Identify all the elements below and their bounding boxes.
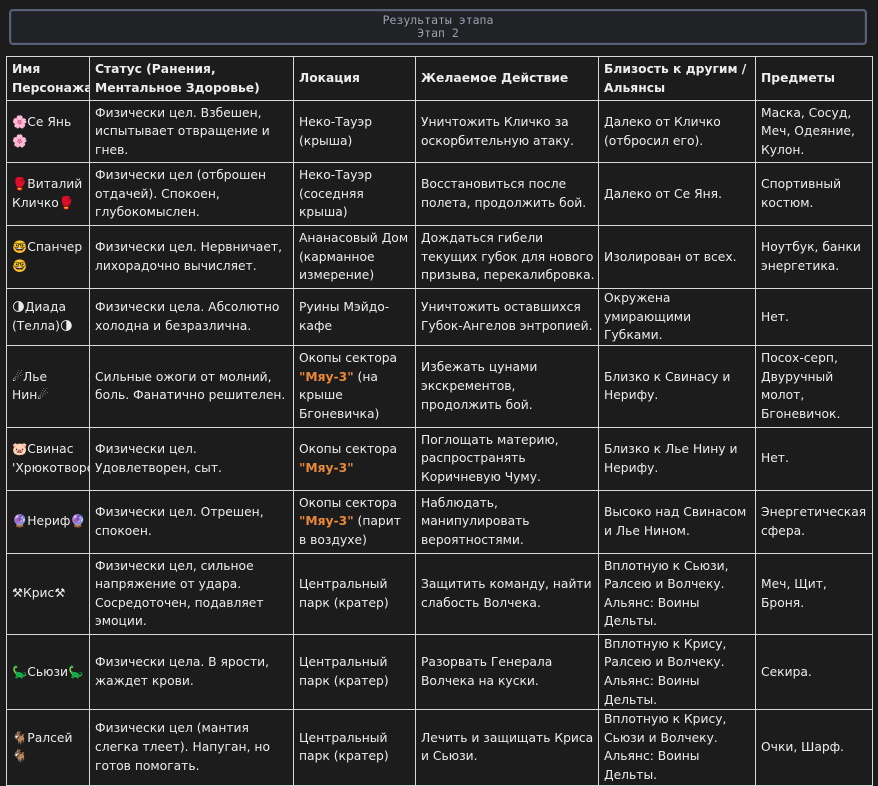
cell-action: Уничтожить оставшихся Губок-Ангелов энтр… [415,288,599,346]
cell-items: Энергетическая сфера. [755,489,873,554]
table-row: 🤓Спанчер🤓 Физически цел. Нервничает, лих… [6,225,873,289]
cell-action: Восстановиться после полета, продолжить … [415,162,599,226]
cell-proximity: Близко к Свинасу и Нерифу. [598,344,756,428]
table-row: 🐐Ралсей🐐 Физически цел (мантия слегка тл… [6,709,873,786]
cell-name: 🌗Диада (Телла)🌗 [6,288,90,346]
table-row: 🔮Нериф🔮 Физически цел. Отрешен, спокоен.… [6,489,873,554]
table-row: 🦕Сьюзи🦕 Физически цела. В ярости, жаждет… [6,633,873,711]
cell-status: Физически цела. Абсолютно холодна и безр… [89,288,294,346]
column-header-proximity: Близость к другим / Альянсы [598,56,756,101]
cell-name: 🦕Сьюзи🦕 [6,633,90,711]
header-subtitle: Этап 2 [417,26,459,40]
cell-name: ⚒Крис⚒ [6,552,90,635]
cell-action: Дождаться гибели текущих губок для новог… [415,225,599,289]
table-row: ☄Лье Нин☄ Сильные ожоги от молний, боль.… [6,344,873,428]
cell-status: Физически цел. Взбешен, испытывает отвра… [89,100,294,163]
cell-proximity: Высоко над Свинасом и Лье Нином. [598,489,756,554]
cell-location: Неко-Тауэр (соседняя крыша) [293,162,416,226]
location-text: Окопы сектора [299,495,398,510]
table-row: 🥊Виталий Кличко🥊 Физически цел (отброшен… [6,162,873,226]
cell-status: Физически цел (отброшен отдачей). Спокое… [89,162,294,226]
cell-name: 🥊Виталий Кличко🥊 [6,162,90,226]
cell-name: 🌸Се Янь🌸 [6,100,90,163]
cell-location: Центральный парк (кратер) [293,709,416,786]
cell-proximity: Изолирован от всех. [598,225,756,289]
column-header-action: Желаемое Действие [415,56,599,101]
table-header-row: Имя Персонажа Статус (Ранения, Ментально… [6,56,873,101]
column-header-location: Локация [293,56,416,101]
sector-highlight: "Мяу-3" [299,460,354,475]
cell-proximity: Близко к Лье Нину и Нерифу. [598,426,756,491]
cell-action: Уничтожить Кличко за оскорбительную атак… [415,100,599,163]
cell-name: 🐐Ралсей🐐 [6,709,90,786]
cell-action: Разорвать Генерала Волчека на куски. [415,633,599,711]
cell-proximity: Далеко от Кличко (отбросил его). [598,100,756,163]
cell-location: Неко-Тауэр (крыша) [293,100,416,163]
cell-action: Защитить команду, найти слабость Волчека… [415,552,599,635]
table-row: 🌗Диада (Телла)🌗 Физически цела. Абсолютн… [6,288,873,346]
cell-items: Спортивный костюм. [755,162,873,226]
column-header-status: Статус (Ранения, Ментальное Здоровье) [89,56,294,101]
cell-proximity: Окружена умирающими Губками. [598,288,756,346]
cell-status: Сильные ожоги от молний, боль. Фанатично… [89,344,294,428]
cell-proximity: Далеко от Се Яня. [598,162,756,226]
cell-items: Нет. [755,426,873,491]
cell-items: Маска, Сосуд, Меч, Одеяние, Кулон. [755,100,873,163]
cell-proximity: Вплотную к Крису, Сьюзи и Волчеку. Альян… [598,709,756,786]
cell-location: Центральный парк (кратер) [293,633,416,711]
sector-highlight: "Мяу-3" [299,514,354,529]
cell-items: Секира. [755,633,873,711]
cell-action: Избежать цунами экскрементов, продолжить… [415,344,599,428]
cell-proximity: Вплотную к Сьюзи, Ралсею и Волчеку. Алья… [598,552,756,635]
cell-items: Нет. [755,288,873,346]
location-text: Окопы сектора [299,442,398,457]
cell-location: Руины Мэйдо-кафе [293,288,416,346]
cell-name: ☄Лье Нин☄ [6,344,90,428]
results-table: Имя Персонажа Статус (Ранения, Ментально… [6,56,873,786]
cell-status: Физически цел (мантия слегка тлеет). Нап… [89,709,294,786]
table-row: ⚒Крис⚒ Физически цел, сильное напряжение… [6,552,873,635]
cell-items: Очки, Шарф. [755,709,873,786]
location-text: Окопы сектора [299,351,398,366]
cell-name: 🤓Спанчер🤓 [6,225,90,289]
cell-status: Физически цел, сильное напряжение от уда… [89,552,294,635]
cell-location: Ананасовый Дом (карманное измерение) [293,225,416,289]
cell-name: 🔮Нериф🔮 [6,489,90,554]
table-row: 🌸Се Янь🌸 Физически цел. Взбешен, испытыв… [6,100,873,163]
cell-items: Ноутбук, банки энергетика. [755,225,873,289]
cell-items: Посох-серп, Двуручный молот, Бгоневичок. [755,344,873,428]
cell-location: Окопы сектора "Мяу-3" [293,426,416,491]
cell-proximity: Вплотную к Крису, Ралсею и Волчеку. Алья… [598,633,756,711]
table-row: 🐷Свинас 'Хрюкотворец'🐷 Физически цел. Уд… [6,426,873,491]
cell-location: Окопы сектора "Мяу-3" (на крыше Бгоневичк… [293,344,416,428]
cell-location: Центральный парк (кратер) [293,552,416,635]
cell-name: 🐷Свинас 'Хрюкотворец'🐷 [6,426,90,491]
stage-results-header: Результаты этапа Этап 2 [9,9,867,45]
cell-status: Физически цела. В ярости, жаждет крови. [89,633,294,711]
sector-highlight: "Мяу-3" [299,369,354,384]
cell-status: Физически цел. Удовлетворен, сыт. [89,426,294,491]
cell-action: Поглощать материю, распространять Коричн… [415,426,599,491]
column-header-name: Имя Персонажа [6,56,90,101]
column-header-items: Предметы [755,56,873,101]
cell-status: Физически цел. Отрешен, спокоен. [89,489,294,554]
cell-location: Окопы сектора "Мяу-3" (парит в воздухе) [293,489,416,554]
cell-status: Физически цел. Нервничает, лихорадочно в… [89,225,294,289]
cell-action: Лечить и защищать Криса и Сьюзи. [415,709,599,786]
cell-action: Наблюдать, манипулировать вероятностями. [415,489,599,554]
cell-items: Меч, Щит, Броня. [755,552,873,635]
